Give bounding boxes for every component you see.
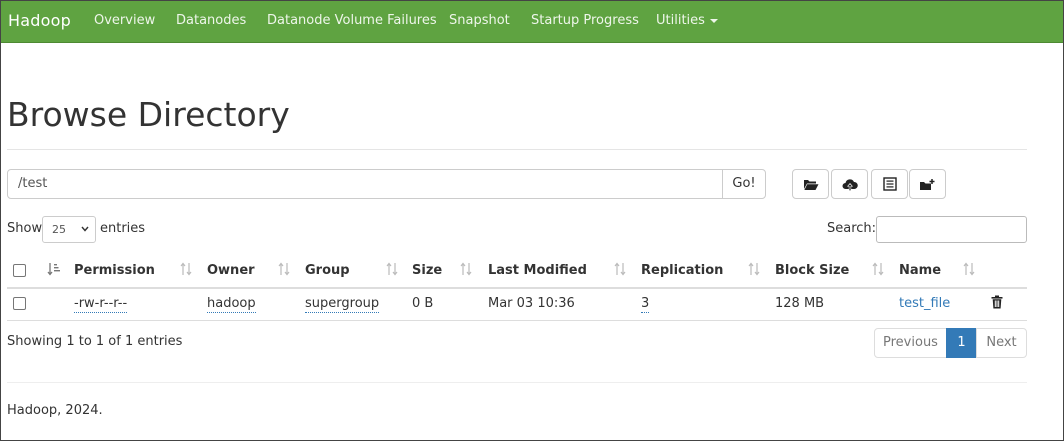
trash-icon[interactable] <box>991 295 1003 309</box>
caret-down-icon <box>709 18 718 23</box>
previous-page-button[interactable]: Previous <box>874 328 947 358</box>
sort-both-icon[interactable] <box>748 262 760 276</box>
chevron-down-icon <box>81 226 89 232</box>
sort-both-icon[interactable] <box>180 262 192 276</box>
search-input[interactable] <box>876 216 1027 243</box>
sort-both-icon[interactable] <box>614 262 626 276</box>
cloud-upload-icon <box>842 178 858 191</box>
nav-snapshot[interactable]: Snapshot <box>449 13 510 28</box>
table-header-divider <box>7 287 1027 289</box>
list-icon <box>882 177 897 191</box>
brand-logo[interactable]: Hadoop <box>8 11 71 30</box>
cell-replication[interactable]: 3 <box>641 296 650 313</box>
cell-name-link[interactable]: test_file <box>899 296 950 311</box>
sort-both-icon[interactable] <box>278 262 290 276</box>
col-header-owner[interactable]: Owner <box>207 263 255 278</box>
list-view-button[interactable] <box>871 169 908 199</box>
col-header-last-modified[interactable]: Last Modified <box>488 263 587 278</box>
cell-owner[interactable]: hadoop <box>207 296 256 313</box>
entries-per-page-select[interactable]: 25 <box>42 216 96 243</box>
col-header-block-size[interactable]: Block Size <box>775 263 849 278</box>
upload-button[interactable] <box>831 169 868 199</box>
search-label: Search: <box>827 221 877 236</box>
nav-overview[interactable]: Overview <box>94 13 155 28</box>
page-title: Browse Directory <box>7 95 290 134</box>
cell-block-size: 128 MB <box>775 296 825 311</box>
cell-permission[interactable]: -rw-r--r-- <box>74 296 128 313</box>
sort-both-icon[interactable] <box>386 262 398 276</box>
nav-startup-progress[interactable]: Startup Progress <box>531 13 639 28</box>
browse-folder-button[interactable] <box>792 169 829 199</box>
go-button[interactable]: Go! <box>722 169 766 199</box>
entries-selected-value: 25 <box>52 223 66 236</box>
row-checkbox[interactable] <box>13 297 26 310</box>
nav-utilities-label: Utilities <box>656 13 705 28</box>
top-navbar: Hadoop Overview Datanodes Datanode Volum… <box>0 0 1064 43</box>
select-all-checkbox[interactable] <box>13 264 26 277</box>
col-header-name[interactable]: Name <box>899 263 941 278</box>
cell-size: 0 B <box>412 296 434 311</box>
title-divider <box>7 149 1027 150</box>
sort-both-icon[interactable] <box>963 262 975 276</box>
col-header-permission[interactable]: Permission <box>74 263 155 278</box>
nav-datanode-volume-failures[interactable]: Datanode Volume Failures <box>267 13 437 28</box>
nav-utilities-dropdown[interactable]: Utilities <box>656 13 718 28</box>
cell-group[interactable]: supergroup <box>305 296 380 313</box>
create-folder-button[interactable] <box>909 169 946 199</box>
next-page-button[interactable]: Next <box>976 328 1027 358</box>
sort-both-icon[interactable] <box>872 262 884 276</box>
nav-datanodes[interactable]: Datanodes <box>176 13 246 28</box>
sort-both-icon[interactable] <box>460 262 472 276</box>
entries-label: entries <box>100 221 146 236</box>
folder-plus-icon <box>920 178 935 190</box>
page-1-button[interactable]: 1 <box>946 328 977 358</box>
show-label: Show <box>7 221 43 236</box>
footer-text: Hadoop, 2024. <box>7 403 103 418</box>
col-header-replication[interactable]: Replication <box>641 263 723 278</box>
table-info: Showing 1 to 1 of 1 entries <box>7 334 183 349</box>
col-header-size[interactable]: Size <box>412 263 442 278</box>
col-header-group[interactable]: Group <box>305 263 350 278</box>
cell-last-modified: Mar 03 10:36 <box>488 296 575 311</box>
table-row-divider <box>7 320 1027 321</box>
footer-divider <box>7 382 1027 383</box>
folder-open-icon <box>803 179 818 190</box>
path-input[interactable]: /test <box>7 169 723 199</box>
sort-asc-icon[interactable] <box>47 262 61 276</box>
